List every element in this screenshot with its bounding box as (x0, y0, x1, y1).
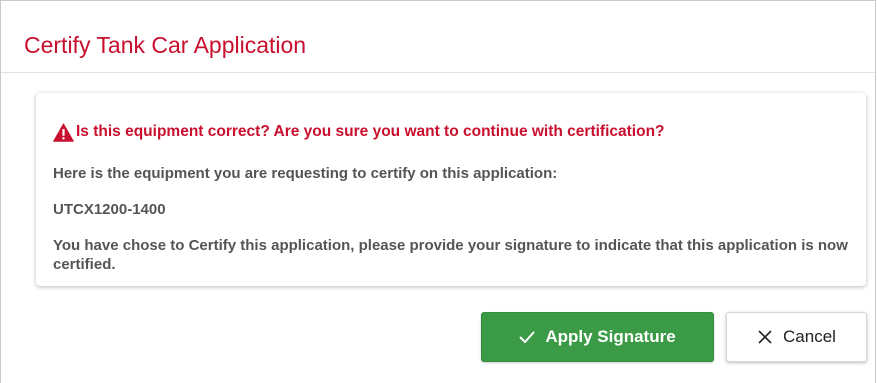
warning-triangle-icon (53, 122, 74, 142)
cancel-label: Cancel (783, 327, 836, 346)
close-icon (758, 330, 772, 344)
warning-text: Is this equipment correct? Are you sure … (76, 123, 665, 140)
signature-info-text: You have chose to Certify this applicati… (53, 237, 848, 273)
equipment-intro-text: Here is the equipment you are requesting… (53, 165, 558, 182)
dialog-title: Certify Tank Car Application (24, 32, 307, 58)
dialog-header: Certify Tank Car Application (1, 1, 875, 73)
apply-signature-label: Apply Signature (545, 327, 676, 346)
cancel-button[interactable]: Cancel (726, 312, 867, 362)
equipment-id: UTCX1200-1400 (53, 201, 166, 218)
certify-dialog: Certify Tank Car Application Is this equ… (0, 0, 876, 383)
warning-message: Is this equipment correct? Are you sure … (53, 121, 665, 143)
confirmation-card: Is this equipment correct? Are you sure … (36, 93, 866, 286)
apply-signature-button[interactable]: Apply Signature (481, 312, 714, 362)
check-icon (519, 331, 535, 343)
